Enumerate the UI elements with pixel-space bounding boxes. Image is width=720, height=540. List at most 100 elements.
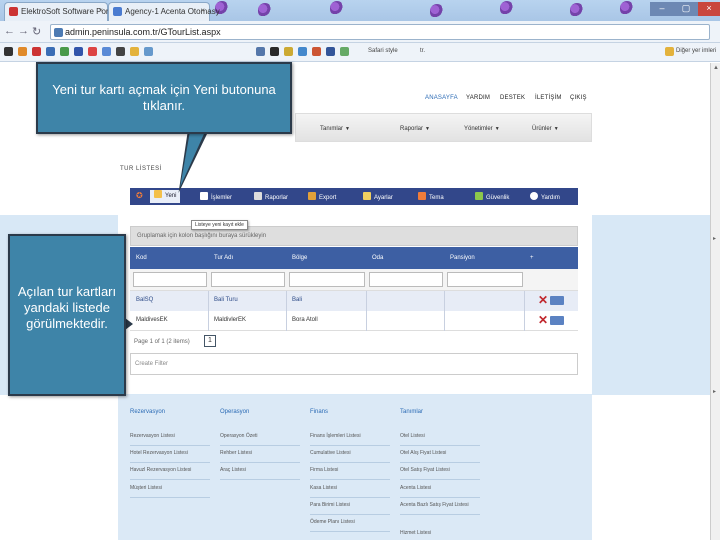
menu-yonetimler[interactable]: Yönetimler ▼ <box>464 126 500 132</box>
pager-page-button[interactable]: 1 <box>204 335 216 347</box>
reload-icon[interactable]: ↻ <box>32 25 41 38</box>
new-icon <box>154 190 162 198</box>
settings-button[interactable]: Ayarlar <box>363 192 393 201</box>
column-header-tur-adi[interactable]: Tur Adı <box>214 255 233 261</box>
pager-summary: Page 1 of 1 (2 items) <box>134 339 190 345</box>
footer-link[interactable]: Para Birimi Listesi <box>310 502 390 515</box>
footer-link[interactable]: Hotel Rezervasyon Listesi <box>130 450 210 463</box>
footer-link[interactable]: Rehber Listesi <box>220 450 300 463</box>
footer-link[interactable]: Acenta Listesi <box>400 485 480 498</box>
new-button-tooltip: Listeye yeni kayıt ekle <box>191 220 248 230</box>
chevron-down-icon: ▼ <box>425 126 430 132</box>
filter-pansiyon-input[interactable] <box>447 272 523 287</box>
footer-link[interactable]: Acenta Bazlı Satış Fiyat Listesi <box>400 502 480 515</box>
bookmark-safari-style[interactable]: Safari style <box>368 48 398 54</box>
bookmark-icon[interactable] <box>326 47 335 56</box>
table-row[interactable]: MaldivesEK MaldivlerEK Bora Atoll ✕ <box>130 311 578 331</box>
nav-iletisim[interactable]: İLETİŞİM <box>535 95 562 101</box>
footer-link[interactable]: Otel Listesi <box>400 433 480 446</box>
forward-icon[interactable]: → <box>18 25 29 37</box>
footer-link[interactable]: Araç Listesi <box>220 467 300 480</box>
bookmark-icon[interactable] <box>312 47 321 56</box>
actions-button[interactable]: İşlemler <box>200 192 232 201</box>
cell-divider <box>208 291 209 311</box>
footer-link[interactable]: Havuzl Rezervasyon Listesi <box>130 467 210 480</box>
footer-link[interactable]: Rezervasyon Listesi <box>130 433 210 446</box>
browser-tab-agency[interactable]: Agency-1 Acenta Otomasy × <box>108 2 220 21</box>
menu-urunler[interactable]: Ürünler ▼ <box>532 126 559 132</box>
bookmark-tr[interactable]: tr. <box>420 48 425 54</box>
menu-tanimlar[interactable]: Tanımlar ▼ <box>320 126 350 132</box>
add-column-button[interactable]: + <box>530 255 534 261</box>
bookmark-icon[interactable] <box>340 47 349 56</box>
footer-link[interactable]: Ödeme Planı Listesi <box>310 519 390 532</box>
column-header-bolge[interactable]: Bölge <box>292 255 307 261</box>
column-header-oda[interactable]: Oda <box>372 255 383 261</box>
back-icon[interactable]: ← <box>4 25 15 37</box>
filter-oda-input[interactable] <box>369 272 443 287</box>
footer-link[interactable]: Müşteri Listesi <box>130 485 210 498</box>
delete-icon[interactable]: ✕ <box>538 294 548 306</box>
footer-link[interactable]: Kasa Listesi <box>310 485 390 498</box>
bookmark-icon[interactable] <box>46 47 55 56</box>
close-window-button[interactable]: × <box>698 2 720 16</box>
export-button[interactable]: Export <box>308 192 336 201</box>
cell-divider <box>524 291 525 311</box>
edit-icon[interactable] <box>550 316 564 325</box>
bookmark-icon[interactable] <box>102 47 111 56</box>
page-scrollbar[interactable]: ▲ ▸ ▸ <box>710 63 720 540</box>
footer-link[interactable]: Otel Satış Fiyat Listesi <box>400 467 480 480</box>
bookmark-icon[interactable] <box>88 47 97 56</box>
footer-link[interactable]: Otel Alış Fiyat Listesi <box>400 450 480 463</box>
bookmark-icon[interactable] <box>298 47 307 56</box>
footer-link[interactable]: Finans İşlemleri Listesi <box>310 433 390 446</box>
nav-anasayfa[interactable]: ANASAYFA <box>425 95 458 101</box>
footer-link[interactable]: Hizmet Listesi <box>400 530 480 540</box>
bookmark-icon[interactable] <box>130 47 139 56</box>
other-bookmarks[interactable]: Diğer yer imleri <box>676 48 716 54</box>
minimize-button[interactable]: – <box>650 2 674 16</box>
theme-button[interactable]: Tema <box>418 192 444 201</box>
column-header-kod[interactable]: Kod <box>136 255 147 261</box>
bookmark-icon[interactable] <box>32 47 41 56</box>
footer-link[interactable]: Cumulative Listesi <box>310 450 390 463</box>
address-bar[interactable]: admin.peninsula.com.tr/GTourList.aspx <box>50 24 710 40</box>
delete-icon[interactable]: ✕ <box>538 314 548 326</box>
address-url[interactable]: admin.peninsula.com.tr/GTourList.aspx <box>65 27 221 37</box>
bookmark-icon[interactable] <box>74 47 83 56</box>
browser-tab-elektrosoft[interactable]: ElektroSoft Software Porta × <box>4 2 115 21</box>
nav-yardim[interactable]: YARDIM <box>466 95 490 101</box>
nav-destek[interactable]: DESTEK <box>500 95 525 101</box>
help-button[interactable]: Yardım <box>530 192 560 201</box>
bookmark-icon[interactable] <box>116 47 125 56</box>
bookmark-icon[interactable] <box>284 47 293 56</box>
footer-link[interactable]: Firma Listesi <box>310 467 390 480</box>
bookmark-icon[interactable] <box>18 47 27 56</box>
menu-raporlar[interactable]: Raporlar ▼ <box>400 126 430 132</box>
bookmark-icon[interactable] <box>270 47 279 56</box>
table-row[interactable]: BalSQ Bali Turu Bali ✕ <box>130 291 578 311</box>
bookmark-icon[interactable] <box>4 47 13 56</box>
cell-divider <box>286 311 287 331</box>
scroll-up-icon[interactable]: ▲ <box>713 65 719 71</box>
tab-close-icon[interactable]: × <box>98 6 103 15</box>
bookmark-icon[interactable] <box>256 47 265 56</box>
edit-icon[interactable] <box>550 296 564 305</box>
footer-link[interactable]: Operasyon Özeti <box>220 433 300 446</box>
nav-cikis[interactable]: ÇIKIŞ <box>570 95 587 101</box>
create-filter-bar[interactable]: Create Filter <box>130 353 578 375</box>
instruction-callout-new-button: Yeni tur kartı açmak için Yeni butonuna … <box>36 62 292 134</box>
filter-bolge-input[interactable] <box>289 272 365 287</box>
filter-kod-input[interactable] <box>133 272 207 287</box>
footer-title-finans: Finans <box>310 409 329 415</box>
maximize-button[interactable]: ▢ <box>674 2 698 16</box>
cell-bolge: Bora Atoll <box>292 317 318 323</box>
scroll-marker-icon: ▸ <box>713 236 717 242</box>
security-button[interactable]: Güvenlik <box>475 192 509 201</box>
bookmark-icon[interactable] <box>60 47 69 56</box>
reports-button[interactable]: Raporlar <box>254 192 288 201</box>
filter-tur-adi-input[interactable] <box>211 272 285 287</box>
column-header-pansiyon[interactable]: Pansiyon <box>450 255 475 261</box>
bookmark-icon[interactable] <box>144 47 153 56</box>
tab-close-icon[interactable]: × <box>200 6 205 15</box>
